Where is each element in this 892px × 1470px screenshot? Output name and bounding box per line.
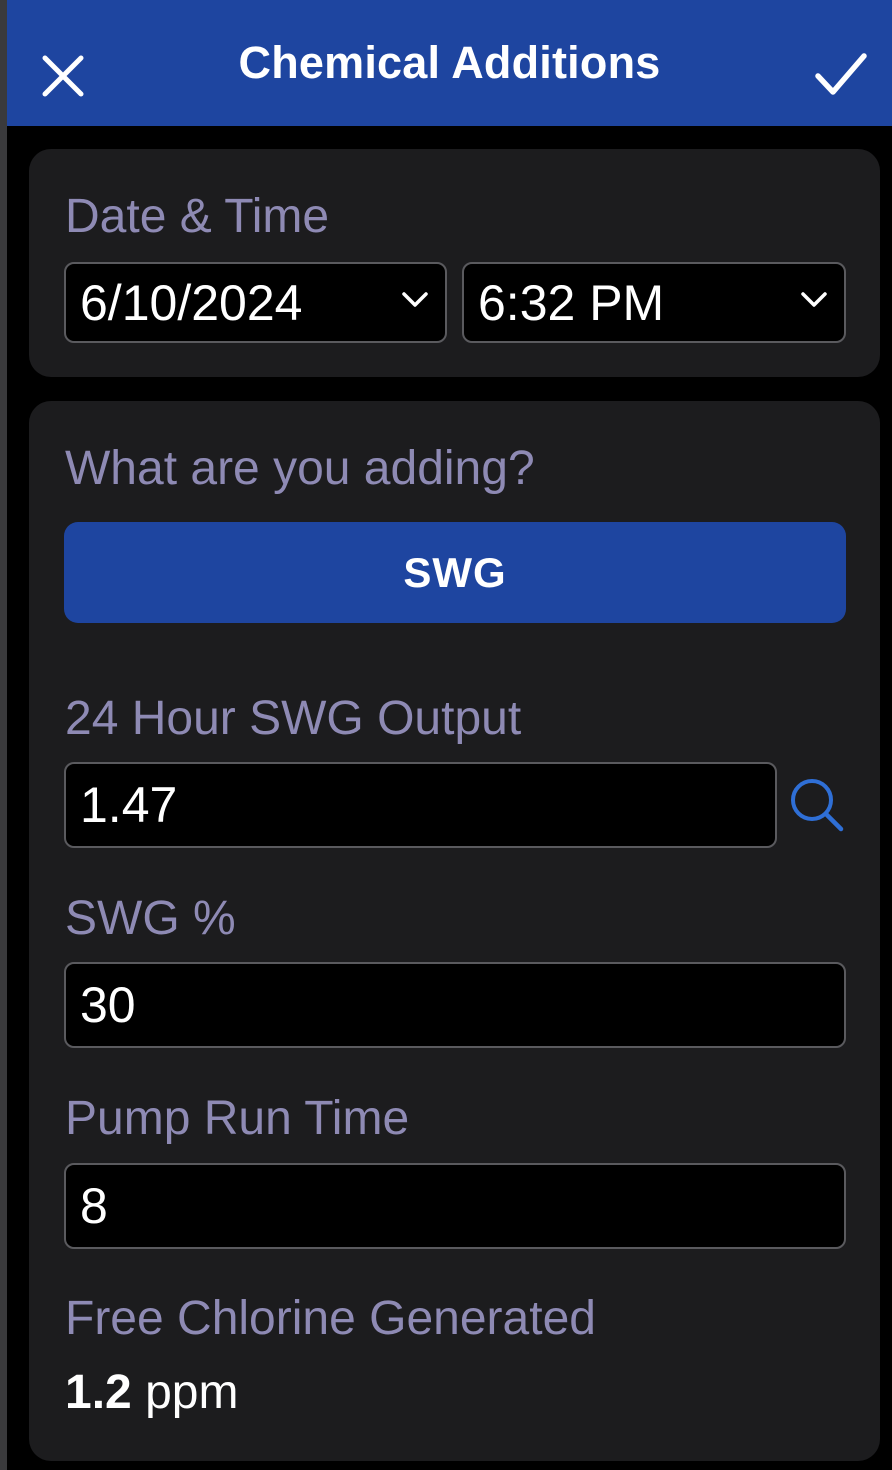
pump-run-time-input[interactable]: 8: [64, 1163, 846, 1249]
addition-card: What are you adding? SWG 24 Hour SWG Out…: [29, 401, 880, 1461]
chevron-down-icon: [801, 292, 827, 307]
addition-type-selector[interactable]: SWG: [64, 522, 846, 623]
date-picker[interactable]: 6/10/2024: [64, 262, 447, 343]
left-edge-strip: [0, 0, 7, 1470]
chevron-down-icon: [402, 292, 428, 307]
free-chlorine-label: Free Chlorine Generated: [65, 1292, 596, 1345]
date-value: 6/10/2024: [80, 274, 303, 331]
page-title: Chemical Additions: [238, 37, 661, 88]
swg-percent-input[interactable]: 30: [64, 962, 846, 1048]
free-chlorine-value: 1.2: [65, 1366, 132, 1419]
swg-output-input[interactable]: 1.47: [64, 762, 777, 848]
close-button[interactable]: [37, 50, 89, 102]
close-icon: [42, 55, 84, 97]
date-time-label: Date & Time: [65, 190, 330, 243]
search-icon: [791, 779, 844, 832]
swg-output-label: 24 Hour SWG Output: [65, 692, 522, 745]
swg-output-value: 1.47: [80, 777, 178, 833]
chemical-additions-screen: Chemical Additions Date & Time 6/10/2024…: [0, 0, 892, 1470]
header-bar: Chemical Additions: [7, 0, 892, 126]
confirm-button[interactable]: [812, 48, 870, 100]
checkmark-icon: [815, 53, 867, 95]
lookup-button[interactable]: [787, 775, 847, 835]
swg-percent-label: SWG %: [65, 892, 236, 945]
pump-run-time-label: Pump Run Time: [65, 1092, 410, 1145]
swg-percent-value: 30: [80, 977, 136, 1033]
date-time-card: Date & Time 6/10/2024 6:32 PM: [29, 149, 880, 377]
adding-question-label: What are you adding?: [65, 442, 535, 495]
pump-run-time-value: 8: [80, 1178, 108, 1234]
time-value: 6:32 PM: [478, 274, 665, 331]
time-picker[interactable]: 6:32 PM: [462, 262, 846, 343]
free-chlorine-unit: ppm: [145, 1366, 239, 1419]
free-chlorine-result: 1.2 ppm: [65, 1365, 238, 1420]
